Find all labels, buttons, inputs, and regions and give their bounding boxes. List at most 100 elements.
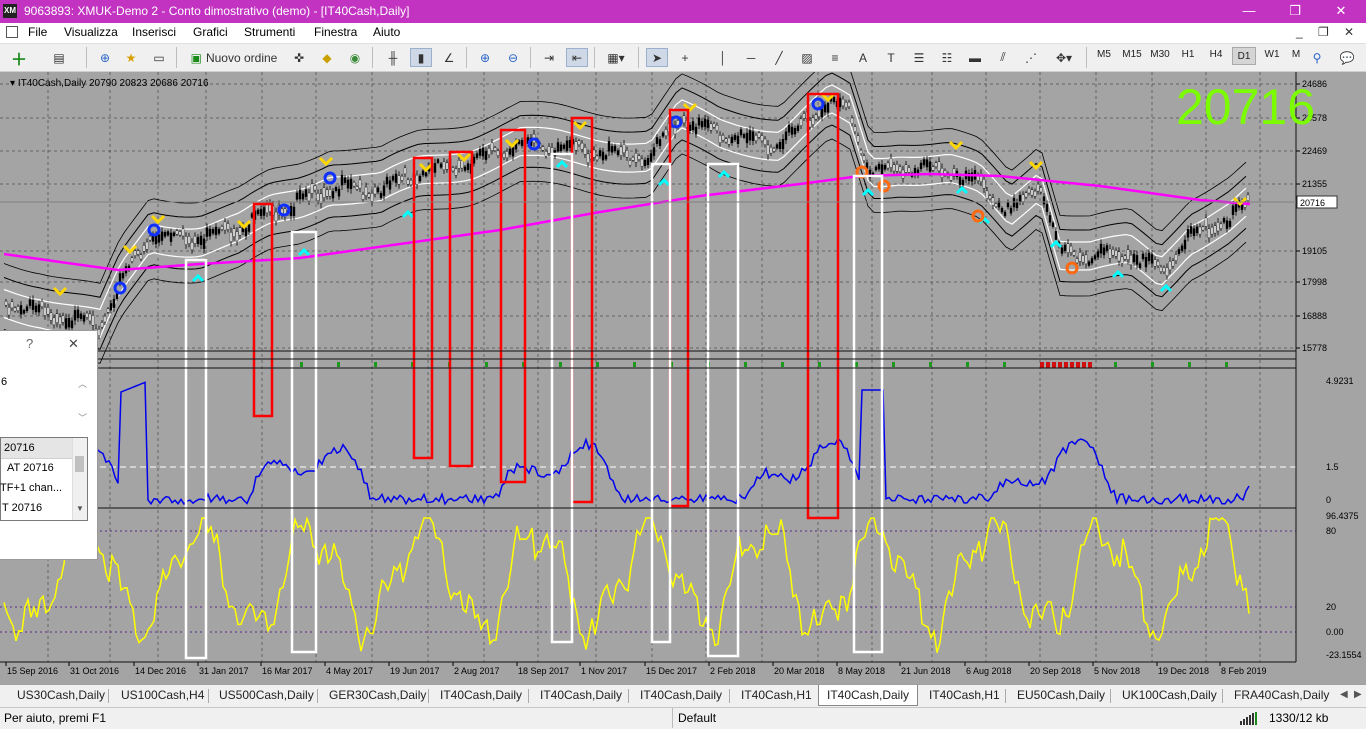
dialog-close-button[interactable]: ✕: [68, 336, 79, 352]
crosshair-target-icon[interactable]: ✜: [288, 48, 310, 67]
line-chart-icon[interactable]: ∠: [438, 48, 460, 67]
list-item[interactable]: T 20716: [2, 502, 42, 514]
menu-window[interactable]: Finestra: [314, 25, 357, 39]
chart-header-text: IT40Cash,Daily 20790 20823 20686 20716: [18, 78, 209, 89]
chat-icon[interactable]: 💬: [1334, 48, 1360, 67]
volume-bar: [1046, 362, 1050, 368]
list-item[interactable]: TF+1 chan...: [0, 482, 62, 494]
autotrading-icon[interactable]: ◉: [344, 48, 366, 67]
child-restore-button[interactable]: ❐: [1318, 25, 1329, 39]
menu-file[interactable]: File: [28, 25, 47, 39]
tab-it40-daily-2[interactable]: IT40Cash,Daily: [540, 688, 622, 702]
text-label-icon[interactable]: T: [880, 48, 902, 67]
volume-bar: [818, 362, 821, 367]
cursor-icon[interactable]: ➤: [646, 48, 668, 67]
child-minimize-button[interactable]: _: [1296, 25, 1303, 39]
price-tick-label: 21355: [1302, 179, 1327, 189]
timeframe-h4[interactable]: H4: [1204, 49, 1228, 60]
dialog-listbox[interactable]: 20716 AT 20716 TF+1 chan... T 20716 ▼: [0, 437, 88, 521]
tab-us500-daily[interactable]: US500Cash,Daily: [219, 688, 314, 702]
bar-chart-icon[interactable]: ╫: [382, 48, 404, 67]
help-button[interactable]: ?: [26, 336, 33, 351]
timeframe-w1[interactable]: W1: [1260, 49, 1284, 60]
volume-bar: [300, 362, 303, 367]
fibonacci-icon[interactable]: ≡: [824, 48, 846, 67]
crosshair-icon[interactable]: +: [674, 48, 696, 67]
child-close-button[interactable]: ✕: [1344, 25, 1354, 39]
title-bar: XM 9063893: XMUK-Demo 2 - Conto dimostra…: [0, 0, 1366, 23]
tab-it40-daily-1[interactable]: IT40Cash,Daily: [440, 688, 522, 702]
list-item[interactable]: 20716: [4, 442, 35, 454]
menu-charts[interactable]: Grafici: [193, 25, 228, 39]
tab-uk100-daily[interactable]: UK100Cash,Daily: [1122, 688, 1217, 702]
market-watch-icon[interactable]: ⊕: [94, 48, 116, 67]
tab-eu50-daily[interactable]: EU50Cash,Daily: [1017, 688, 1105, 702]
moving-average-line: [3, 172, 1251, 272]
chart-window[interactable]: 24686 23578 22469 21355 19105 17998 16888 15778…: [0, 58, 1366, 684]
restore-button[interactable]: ❐: [1272, 0, 1318, 23]
tab-ger30-daily[interactable]: GER30Cash,Daily: [329, 688, 426, 702]
indicators-icon[interactable]: ▦▾: [602, 48, 630, 67]
list-scrollbar[interactable]: ▼: [72, 438, 87, 520]
scroll-down-arrow-icon[interactable]: ▼: [76, 504, 84, 513]
scrollbar-thumb[interactable]: [75, 456, 84, 472]
channel-icon[interactable]: ▨: [796, 48, 818, 67]
horizontal-line-icon[interactable]: ─: [740, 48, 762, 67]
timeframe-h1[interactable]: H1: [1176, 49, 1200, 60]
indicator1-line: [3, 381, 1250, 506]
menu-view[interactable]: Visualizza: [64, 25, 118, 39]
tab-us100-h4[interactable]: US100Cash,H4: [121, 688, 204, 702]
document-icon[interactable]: [6, 26, 18, 38]
timeframe-mn[interactable]: M: [1284, 49, 1308, 60]
trendline-icon[interactable]: ╱: [768, 48, 790, 67]
fib-extension-icon[interactable]: ☷: [936, 48, 958, 67]
red-highlight-box: [570, 116, 594, 504]
zoom-out-icon[interactable]: ⊖: [502, 48, 524, 67]
signal-arrow-up-icon: [955, 185, 969, 195]
tab-us30-daily[interactable]: US30Cash,Daily: [17, 688, 105, 702]
close-button[interactable]: ✕: [1318, 0, 1364, 23]
chart-shift-icon[interactable]: ⇤: [566, 48, 588, 67]
fib-levels-icon[interactable]: ☰: [908, 48, 930, 67]
tab-it40-h1-1[interactable]: IT40Cash,H1: [741, 688, 812, 702]
candlestick-icon[interactable]: ▮: [410, 48, 432, 67]
indicator2-tick-label: 96.4375: [1326, 511, 1359, 521]
tab-next-icon[interactable]: ▶: [1354, 689, 1362, 700]
zoom-in-icon[interactable]: ⊕: [474, 48, 496, 67]
new-chart-icon[interactable]: ＋: [8, 48, 30, 69]
timeframe-m15[interactable]: M15: [1120, 49, 1144, 60]
scroll-up-icon[interactable]: ︿: [78, 377, 87, 390]
new-order-button[interactable]: ▣ Nuovo ordine: [184, 48, 284, 67]
menu-tools[interactable]: Strumenti: [244, 25, 295, 39]
red-highlight-box: [668, 108, 690, 508]
timeframe-m5[interactable]: M5: [1092, 49, 1116, 60]
rectangle-icon[interactable]: ▬: [964, 48, 986, 67]
tab-fra40-daily[interactable]: FRA40Cash,Daily: [1234, 688, 1329, 702]
menu-help[interactable]: Aiuto: [373, 25, 400, 39]
timeframe-d1[interactable]: D1: [1232, 47, 1256, 65]
arrows-icon[interactable]: ✥▾: [1050, 48, 1078, 67]
navigator-icon[interactable]: ★: [120, 48, 142, 67]
gann-icon[interactable]: ⋰: [1020, 48, 1042, 67]
pitchfork-icon[interactable]: ⫽: [992, 48, 1014, 67]
profiles-icon[interactable]: ▤: [48, 48, 70, 67]
scroll-down-icon[interactable]: ﹀: [78, 411, 87, 424]
tab-it40-daily-3[interactable]: IT40Cash,Daily: [640, 688, 722, 702]
price-chart[interactable]: 2468623578224692135519105179981688815778…: [0, 58, 1366, 684]
tab-it40-h1-2[interactable]: IT40Cash,H1: [929, 688, 1000, 702]
date-tick-label: 2 Aug 2017: [454, 666, 500, 676]
volume-bar: [1052, 362, 1056, 368]
terminal-icon[interactable]: ▭: [148, 48, 170, 67]
timeframe-m30[interactable]: M30: [1148, 49, 1172, 60]
list-item[interactable]: AT 20716: [7, 462, 54, 474]
minimize-button[interactable]: —: [1226, 0, 1272, 23]
indicator-dialog[interactable]: ? ✕ 6 ︿ ﹀ 20716 AT 20716 TF+1 chan... T …: [0, 330, 98, 560]
tab-it40-daily-active[interactable]: IT40Cash,Daily: [818, 685, 918, 706]
search-icon[interactable]: ⚲: [1306, 48, 1328, 67]
autoscroll-icon[interactable]: ⇥: [538, 48, 560, 67]
menu-insert[interactable]: Inserisci: [132, 25, 176, 39]
expert-icon[interactable]: ◆: [316, 48, 338, 67]
tab-prev-icon[interactable]: ◀: [1340, 689, 1348, 700]
text-icon[interactable]: A: [852, 48, 874, 67]
vertical-line-icon[interactable]: │: [712, 48, 734, 67]
